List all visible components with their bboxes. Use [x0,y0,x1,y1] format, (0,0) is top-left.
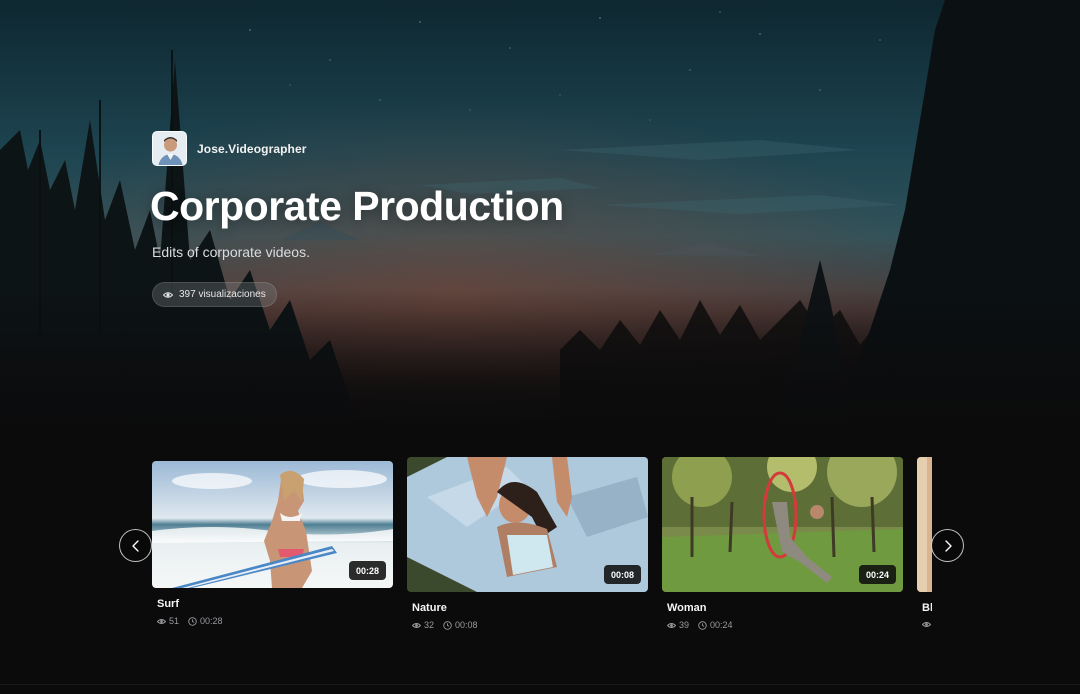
video-length: 00:08 [455,620,478,630]
author-avatar[interactable] [152,131,187,166]
duration-badge: 00:24 [858,565,896,584]
views-count: 32 [424,620,435,630]
views-count: 39 [679,620,690,630]
video-thumbnail[interactable]: 00:28 [152,461,393,588]
video-meta: 51 00:28 [157,616,393,626]
partial-thumbnail-image [917,457,932,592]
hero-fade-overlay [0,290,1080,430]
clock-icon [188,616,197,626]
collection-description: Edits of corporate videos. [152,244,310,260]
video-thumbnail[interactable]: 00:08 [407,457,648,592]
length-meta: 00:24 [698,620,733,630]
video-card[interactable]: 00:28 Surf 51 00:28 [152,461,393,626]
avatar-photo-icon [153,132,186,165]
views-badge: 397 visualizaciones [152,282,277,307]
video-title[interactable]: Bl [922,602,932,614]
video-card[interactable]: 00:08 Nature 32 00:08 [407,457,648,630]
video-title[interactable]: Surf [157,598,393,610]
eye-icon [412,622,421,628]
video-meta: 39 00:24 [667,620,903,630]
video-thumbnail[interactable] [917,457,932,592]
views-meta: 51 [157,616,179,626]
footer-divider [0,684,1080,685]
chevron-right-icon [944,539,952,552]
length-meta: 00:28 [188,616,223,626]
clock-icon [698,620,707,630]
eye-icon [922,622,931,627]
author[interactable]: Jose.Videographer [152,131,307,166]
video-meta [922,620,932,629]
chevron-left-icon [131,539,139,552]
video-length: 00:28 [200,616,223,626]
carousel-next-button[interactable] [931,529,964,562]
eye-icon [157,618,166,624]
hero-banner: Jose.Videographer Corporate Production E… [0,0,1080,430]
video-carousel: 00:28 Surf 51 00:28 00:08 Nature 32 00:0… [152,457,932,647]
page-title: Corporate Production [150,183,564,229]
length-meta: 00:08 [443,620,478,630]
views-meta: 32 [412,620,434,630]
duration-badge: 00:08 [603,565,641,584]
views-count-label: 397 visualizaciones [179,289,266,300]
views-count: 51 [169,616,180,626]
eye-icon [163,291,173,298]
video-meta: 32 00:08 [412,620,648,630]
clock-icon [443,620,452,630]
video-card[interactable]: Bl [917,457,932,629]
video-card[interactable]: 00:24 Woman 39 00:24 [662,457,903,630]
video-thumbnail[interactable]: 00:24 [662,457,903,592]
views-meta: 39 [667,620,689,630]
duration-badge: 00:28 [348,561,386,580]
video-length: 00:24 [710,620,733,630]
carousel-prev-button[interactable] [119,529,152,562]
author-name[interactable]: Jose.Videographer [197,142,307,156]
video-title[interactable]: Woman [667,602,903,614]
views-meta [922,620,931,629]
eye-icon [667,622,676,628]
video-title[interactable]: Nature [412,602,648,614]
